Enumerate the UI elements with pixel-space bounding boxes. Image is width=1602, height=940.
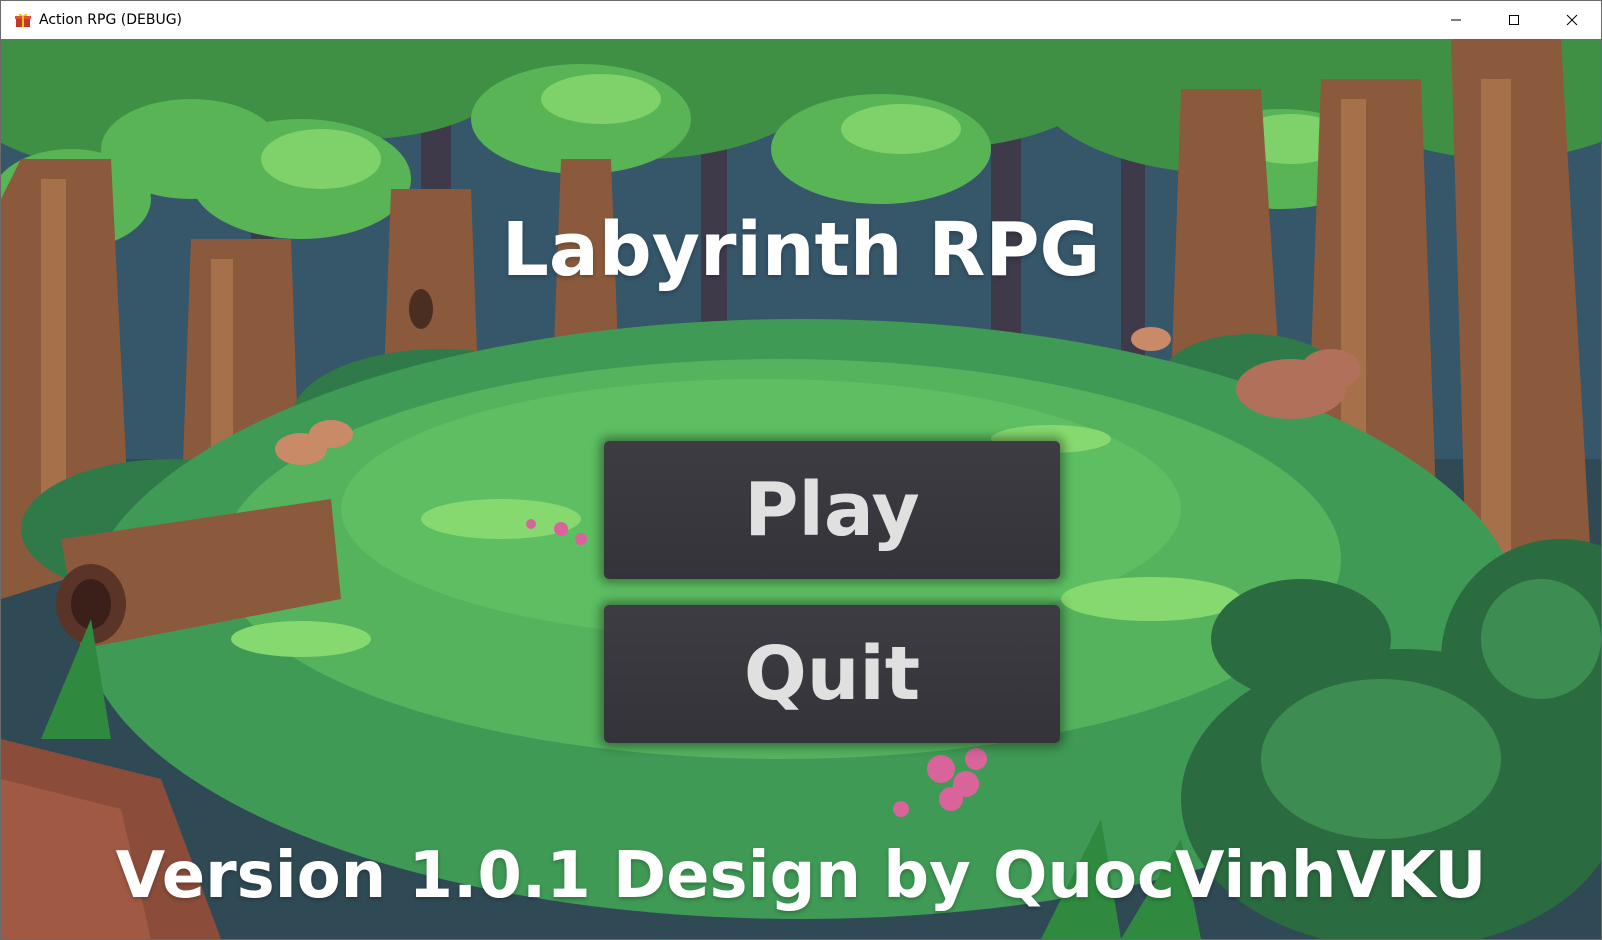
window-controls bbox=[1427, 1, 1601, 39]
version-credit: Version 1.0.1 Design by QuocVinhVKU bbox=[115, 839, 1487, 913]
window-title: Action RPG (DEBUG) bbox=[39, 12, 183, 28]
minimize-icon bbox=[1450, 11, 1462, 30]
game-viewport[interactable]: Labyrinth RPG Play Quit Version 1.0.1 De… bbox=[1, 39, 1601, 939]
title-bar[interactable]: Action RPG (DEBUG) bbox=[1, 1, 1601, 39]
play-button[interactable]: Play bbox=[604, 441, 1060, 579]
gift-icon bbox=[15, 12, 31, 28]
quit-button[interactable]: Quit bbox=[604, 605, 1060, 743]
close-icon bbox=[1566, 11, 1578, 30]
game-window: Action RPG (DEBUG) Labyrinth RPG Play Qu… bbox=[0, 0, 1602, 940]
minimize-button[interactable] bbox=[1427, 1, 1485, 39]
maximize-icon bbox=[1508, 11, 1520, 30]
close-button[interactable] bbox=[1543, 1, 1601, 39]
game-title: Labyrinth RPG bbox=[501, 207, 1101, 293]
maximize-button[interactable] bbox=[1485, 1, 1543, 39]
